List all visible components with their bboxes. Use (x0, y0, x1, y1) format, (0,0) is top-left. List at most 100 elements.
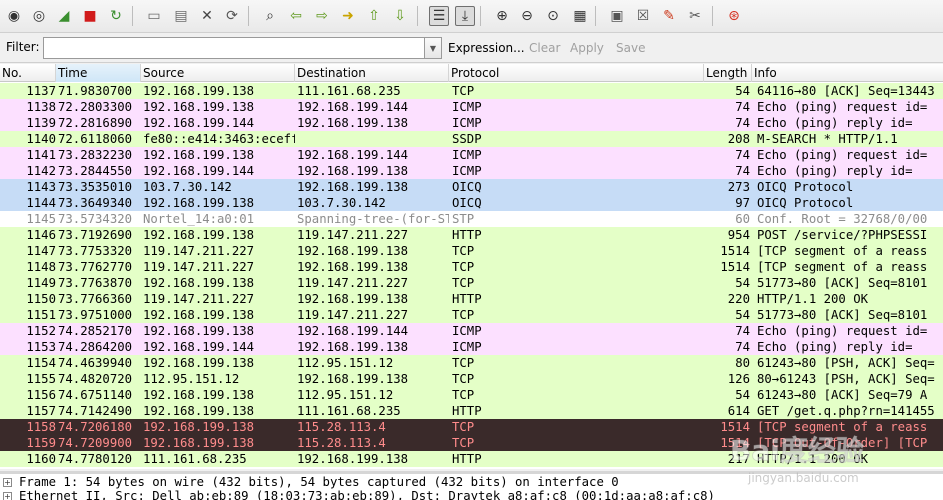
packet-row[interactable]: 1152 74.2852170 192.168.199.138 192.168.199… (0, 323, 943, 339)
filter-history-dropdown[interactable]: ▼ (424, 37, 442, 59)
normal-size-icon[interactable]: ⊙ (543, 6, 563, 26)
find-packet-icon[interactable]: ⌕ (260, 6, 280, 26)
packet-row[interactable]: 1143 73.3535010 103.7.30.142 192.168.199.13… (0, 179, 943, 195)
packet-protocol: TCP (452, 356, 475, 370)
expand-icon[interactable]: + (3, 478, 12, 487)
zoom-in-icon[interactable]: ⊕ (492, 6, 512, 26)
packet-length: 80 (735, 356, 750, 370)
go-forward-icon[interactable]: ⇨ (312, 6, 332, 26)
packet-row[interactable]: 1144 73.3649340 192.168.199.138 103.7.30.14… (0, 195, 943, 211)
first-packet-icon[interactable]: ⇧ (364, 6, 384, 26)
packet-protocol: TCP (452, 308, 475, 322)
packet-number: 1143 (26, 180, 56, 194)
capture-filters-icon[interactable]: ▣ (607, 6, 627, 26)
packet-source: 192.168.199.138 (143, 148, 255, 162)
column-header-info[interactable]: Info (752, 64, 943, 82)
packet-source: 119.147.211.227 (143, 292, 255, 306)
zoom-out-icon[interactable]: ⊖ (517, 6, 537, 26)
packet-row[interactable]: 114072.6118060 fe80::e414:3463:eceff02::c… (0, 131, 943, 147)
packet-row[interactable]: 1147 73.7753320 119.147.211.227 192.168.199… (0, 243, 943, 259)
resize-columns-icon[interactable]: ▦ (570, 6, 590, 26)
packet-row[interactable]: 1137 71.9830700 192.168.199.138 111.161.68.… (0, 83, 943, 99)
start-capture-icon[interactable]: ◢ (54, 6, 74, 26)
reload-icon[interactable]: ⟳ (222, 6, 242, 26)
column-header-no[interactable]: No. (0, 64, 56, 82)
packet-source: 192.168.199.138 (143, 196, 255, 210)
packet-row[interactable]: 1146 73.7192690 192.168.199.138 119.147.211… (0, 227, 943, 243)
column-header-destination[interactable]: Destination (295, 64, 449, 82)
filter-toolbar: Filter: ▼ Expression... Clear Apply Save (0, 33, 943, 63)
packet-info: Echo (ping) request id= (757, 324, 928, 338)
save-filter-button[interactable]: Save (616, 41, 645, 55)
watermark-url: jingyan.baidu.com (747, 471, 859, 485)
detail-text: Frame 1: 54 bytes on wire (432 bits), 54… (19, 475, 619, 489)
packet-time: 73.7192690 (58, 228, 133, 242)
clear-button[interactable]: Clear (529, 41, 560, 55)
capture-options-icon[interactable]: ◎ (29, 6, 49, 26)
packet-protocol: OICQ (452, 180, 482, 194)
packet-row[interactable]: 1156 74.6751140 192.168.199.138 112.95.151.… (0, 387, 943, 403)
close-file-icon[interactable]: ✕ (197, 6, 217, 26)
packet-row[interactable]: 1145 73.5734320 Nortel_14:a0:01 Spanning-tr… (0, 211, 943, 227)
packet-destination: 103.7.30.142 (297, 196, 386, 210)
packet-protocol: HTTP (452, 228, 482, 242)
display-filters-icon[interactable]: ☒ (633, 6, 653, 26)
packet-row[interactable]: 1149 73.7763870 192.168.199.138 119.147.211… (0, 275, 943, 291)
packet-length: 74 (735, 340, 750, 354)
packet-destination: 112.95.151.12 (297, 388, 394, 402)
go-back-icon[interactable]: ⇦ (286, 6, 306, 26)
packet-time: 74.7206180 (58, 420, 133, 434)
packet-row[interactable]: 1157 74.7142490 192.168.199.138 111.161.68.… (0, 403, 943, 419)
packet-protocol: HTTP (452, 404, 482, 418)
packet-row[interactable]: 1151 73.9751000 192.168.199.138 119.147.211… (0, 307, 943, 323)
colorize-icon[interactable]: ☰ (429, 6, 449, 26)
expand-icon[interactable]: + (3, 492, 12, 500)
help-icon[interactable]: ⊛ (724, 6, 744, 26)
restart-capture-icon[interactable]: ↻ (106, 6, 126, 26)
toolbar-separator (480, 6, 481, 26)
packet-protocol: HTTP (452, 452, 482, 466)
packet-info: 51773→80 [ACK] Seq=8101 (757, 276, 928, 290)
packet-number: 1145 (26, 212, 56, 226)
last-packet-icon[interactable]: ⇩ (390, 6, 410, 26)
packet-destination: 192.168.199.138 (297, 164, 409, 178)
packet-number: 1156 (26, 388, 56, 402)
packet-source: 111.161.68.235 (143, 452, 247, 466)
packet-row[interactable]: 1148 73.7762770 119.147.211.227 192.168.199… (0, 259, 943, 275)
column-header-source[interactable]: Source (141, 64, 295, 82)
packet-number: 1159 (26, 436, 56, 450)
save-file-icon[interactable]: ▤ (171, 6, 191, 26)
open-file-icon[interactable]: ▭ (144, 6, 164, 26)
packet-row[interactable]: 1141 73.2832230 192.168.199.138 192.168.199… (0, 147, 943, 163)
packet-row[interactable]: 1142 73.2844550 192.168.199.144 192.168.199… (0, 163, 943, 179)
packet-number: 1138 (26, 100, 56, 114)
packet-row[interactable]: 1153 74.2864200 192.168.199.144 192.168.199… (0, 339, 943, 355)
packet-protocol: TCP (452, 244, 475, 258)
interfaces-icon[interactable]: ◉ (4, 6, 24, 26)
column-header-length[interactable]: Length (704, 64, 752, 82)
toolbar-separator (417, 6, 418, 26)
packet-row[interactable]: 1155 74.4820720 112.95.151.12 192.168.199.1… (0, 371, 943, 387)
packet-number: 1153 (26, 340, 56, 354)
coloring-rules-icon[interactable]: ✎ (659, 6, 679, 26)
stop-capture-icon[interactable]: ■ (80, 6, 100, 26)
go-to-packet-icon[interactable]: ➜ (338, 6, 358, 26)
packet-row[interactable]: 1138 72.2803300 192.168.199.138 192.168.199… (0, 99, 943, 115)
expression-button[interactable]: Expression... (448, 41, 525, 55)
packet-info: 51773→80 [ACK] Seq=8101 (757, 308, 928, 322)
preferences-icon[interactable]: ✂ (685, 6, 705, 26)
column-header-time[interactable]: Time (56, 64, 141, 82)
packet-number: 1158 (26, 420, 56, 434)
packet-destination: 192.168.199.138 (297, 372, 409, 386)
column-header-protocol[interactable]: Protocol (449, 64, 704, 82)
packet-list[interactable]: No. Time Source Destination Protocol Len… (0, 64, 943, 469)
packet-length: 273 (727, 180, 750, 194)
apply-button[interactable]: Apply (570, 41, 604, 55)
packet-row[interactable]: 1139 72.2816890 192.168.199.144 192.168.199… (0, 115, 943, 131)
display-filter-input[interactable] (43, 37, 425, 59)
packet-length: 1514 (720, 260, 750, 274)
packet-row[interactable]: 1154 74.4639940 192.168.199.138 112.95.151.… (0, 355, 943, 371)
auto-scroll-icon[interactable]: ⤓ (455, 6, 475, 26)
packet-number: 1148 (26, 260, 56, 274)
packet-row[interactable]: 1150 73.7766360 119.147.211.227 192.168.199… (0, 291, 943, 307)
